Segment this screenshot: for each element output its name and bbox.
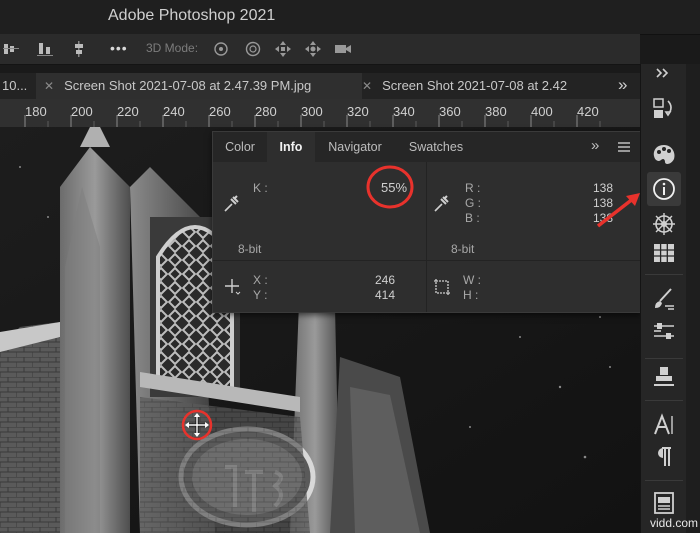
value-highlight-circle — [366, 165, 414, 209]
panel-menu-icon[interactable] — [617, 141, 631, 153]
orbit-3d-icon[interactable] — [212, 40, 230, 58]
right-bit-depth: 8-bit — [451, 242, 475, 256]
pan-3d-icon[interactable] — [274, 40, 292, 58]
ruler-tick-label: 380 — [485, 104, 507, 119]
ruler-tick-label: 420 — [577, 104, 599, 119]
b-label: B : — [465, 211, 480, 225]
tab-swatches[interactable]: Swatches — [395, 132, 477, 162]
tab-navigator[interactable]: Navigator — [315, 132, 395, 162]
dock-divider — [645, 480, 683, 481]
tab-label: Screen Shot 2021-07-08 at 2.42 — [382, 78, 568, 93]
w-label: W : — [463, 273, 481, 287]
left-bit-depth: 8-bit — [238, 242, 262, 256]
ruler-tick-label: 340 — [393, 104, 415, 119]
roll-3d-icon[interactable] — [244, 40, 262, 58]
panel-tab-bar: Color Info Navigator Swatches » — [213, 132, 640, 162]
app-title: Adobe Photoshop 2021 — [108, 7, 276, 24]
horizontal-divider — [213, 260, 640, 261]
crosshair-icon — [225, 279, 241, 295]
dock-divider — [645, 274, 683, 275]
ruler-tick-label: 280 — [255, 104, 277, 119]
dock-collapse-icon[interactable] — [655, 66, 673, 80]
align-bottom-icon[interactable] — [36, 40, 54, 58]
ruler-tick-label: 400 — [531, 104, 553, 119]
clone-source-icon[interactable] — [651, 364, 677, 390]
ruler-tick-label: 300 — [301, 104, 323, 119]
swatches-grid-icon[interactable] — [651, 240, 677, 266]
ruler-tick-label: 320 — [347, 104, 369, 119]
color-palette-icon[interactable] — [651, 142, 677, 168]
ruler-tick-label: 240 — [163, 104, 185, 119]
tab-info[interactable]: Info — [267, 132, 315, 162]
info-panel-button[interactable] — [647, 172, 681, 206]
title-bar: Adobe Photoshop 2021 — [0, 0, 700, 35]
libraries-icon[interactable] — [651, 490, 677, 516]
3d-mode-label: 3D Mode: — [146, 41, 199, 55]
info-panel: Color Info Navigator Swatches » K : 55% … — [212, 131, 641, 313]
tab-active-document[interactable]: ✕ Screen Shot 2021-07-08 at 2.47.39 PM.jp… — [36, 73, 362, 99]
brush-settings-icon[interactable] — [651, 286, 677, 312]
ruler-tick-label: 180 — [25, 104, 47, 119]
tab-label: 10... — [2, 78, 28, 93]
selection-size-icon — [434, 279, 450, 295]
slide-3d-icon[interactable] — [304, 40, 322, 58]
video-camera-icon[interactable] — [334, 40, 352, 58]
tab-previous-document[interactable]: 10... — [0, 73, 38, 99]
eyedropper-icon[interactable] — [223, 195, 239, 213]
panel-dock — [640, 64, 687, 533]
x-value: 246 — [375, 273, 396, 287]
horizontal-ruler: 180 200 220 240 260 280 300 320 340 360 … — [0, 99, 640, 128]
x-label: X : — [253, 273, 268, 287]
ruler-tick-label: 260 — [209, 104, 231, 119]
h-label: H : — [463, 288, 479, 302]
tab-color[interactable]: Color — [213, 132, 267, 162]
watermark-text: vidd.com — [650, 516, 699, 530]
info-icon — [653, 178, 675, 200]
y-value: 414 — [375, 288, 396, 302]
tab-next-document[interactable]: ✕ Screen Shot 2021-07-08 at 2.42 — [362, 73, 608, 99]
more-options-button[interactable]: ••• — [110, 40, 128, 56]
move-cursor-icon — [181, 409, 213, 441]
options-bar: ••• 3D Mode: — [0, 34, 640, 65]
paragraph-icon[interactable] — [651, 444, 677, 470]
g-label: G : — [465, 196, 482, 210]
ruler-tick-label: 220 — [117, 104, 139, 119]
navigator-wheel-icon[interactable] — [651, 211, 677, 237]
r-label: R : — [465, 181, 481, 195]
vertical-divider — [426, 162, 427, 312]
close-tab-icon[interactable]: ✕ — [362, 79, 372, 93]
tab-overflow-icon[interactable]: » — [618, 75, 627, 95]
dock-divider — [645, 358, 683, 359]
align-left-icon[interactable] — [2, 40, 20, 58]
annotation-arrow — [596, 193, 640, 228]
k-channel-label: K : — [253, 181, 268, 195]
adjustments-sliders-icon[interactable] — [651, 318, 677, 344]
history-icon[interactable] — [651, 96, 677, 122]
dock-divider — [645, 400, 683, 401]
tab-label: Screen Shot 2021-07-08 at 2.47.39 PM.jpg — [64, 78, 312, 93]
align-vcenter-icon[interactable] — [70, 40, 88, 58]
dock-edge — [686, 64, 700, 533]
y-label: Y : — [253, 288, 268, 302]
document-tab-bar: 10... ✕ Screen Shot 2021-07-08 at 2.47.39… — [0, 73, 640, 99]
character-text-icon[interactable] — [651, 412, 677, 438]
close-tab-icon[interactable]: ✕ — [44, 79, 54, 93]
eyedropper-icon[interactable] — [433, 195, 449, 213]
panel-collapse-icon[interactable]: » — [591, 137, 599, 154]
ruler-tick-label: 360 — [439, 104, 461, 119]
ruler-tick-label: 200 — [71, 104, 93, 119]
